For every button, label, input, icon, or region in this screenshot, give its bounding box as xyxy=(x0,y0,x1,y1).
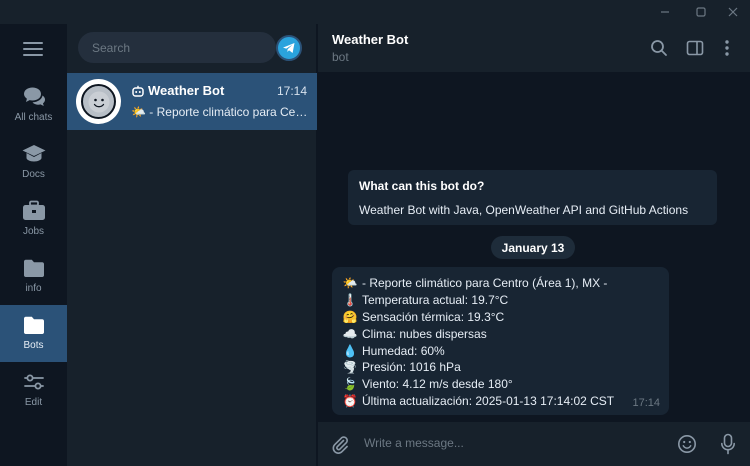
microphone-icon xyxy=(721,433,735,455)
chat-item-time: 17:14 xyxy=(276,84,307,98)
chat-item-weather-bot[interactable]: Weather Bot 17:14 🌤️ - Reporte climático… xyxy=(67,73,317,130)
folder-label: Bots xyxy=(23,340,44,351)
message-text: Sensación térmica: 19.3°C xyxy=(362,309,505,324)
folder-label: Edit xyxy=(24,397,43,408)
folder-icon xyxy=(21,256,47,280)
chat-item-title: Weather Bot xyxy=(148,83,225,98)
message-line: 🌪️ Presión: 1016 hPa xyxy=(342,359,659,376)
folder-icon xyxy=(21,313,47,337)
emoji: 🌤️ xyxy=(342,276,358,291)
folder-info[interactable]: info xyxy=(0,248,67,305)
graduation-cap-icon xyxy=(21,142,47,166)
paper-plane-icon xyxy=(283,43,295,53)
menu-icon[interactable] xyxy=(23,42,43,56)
minimize-button[interactable] xyxy=(648,0,682,24)
message-bubble[interactable]: 🌤️ - Reporte climático para Centro (Área… xyxy=(332,267,669,415)
smiley-icon xyxy=(678,435,696,453)
message-line: 🌡️ Temperatura actual: 19.7°C xyxy=(342,292,659,309)
message-line: ⏰ Última actualización: 2025-01-13 17:14… xyxy=(342,393,659,410)
emoji-button[interactable] xyxy=(676,433,698,455)
attach-button[interactable] xyxy=(329,433,351,455)
message-text: - Reporte climático para Centro (Área 1)… xyxy=(362,276,608,291)
side-panel-icon xyxy=(686,40,704,56)
title-bar xyxy=(0,0,750,24)
message-input[interactable]: Write a message... xyxy=(364,436,464,450)
message-line: 🍃 Viento: 4.12 m/s desde 180° xyxy=(342,376,659,393)
bot-intro-answer: Weather Bot with Java, OpenWeather API a… xyxy=(359,203,689,217)
paperclip-icon xyxy=(332,436,348,454)
voice-button[interactable] xyxy=(717,433,739,455)
folder-rail: All chats Docs Jobs info Bots Edit xyxy=(0,24,67,466)
bot-icon xyxy=(132,85,144,97)
folder-bots[interactable]: Bots xyxy=(0,305,67,362)
kebab-menu-icon xyxy=(725,40,729,56)
maximize-button[interactable] xyxy=(684,0,718,24)
face-icon xyxy=(88,91,109,112)
chat-title[interactable]: Weather Bot xyxy=(332,32,408,47)
emoji: 💧 xyxy=(342,343,358,358)
emoji: 🤗 xyxy=(342,309,358,324)
folder-edit[interactable]: Edit xyxy=(0,362,67,419)
chat-item-title-row: Weather Bot xyxy=(131,83,224,98)
chats-icon xyxy=(21,85,47,109)
minimize-icon xyxy=(661,11,669,13)
message-line: ☁️ Clima: nubes dispersas xyxy=(342,325,659,342)
emoji: 🌡️ xyxy=(342,293,358,308)
avatar xyxy=(76,79,121,124)
emoji: ⏰ xyxy=(342,393,358,408)
message-text: Viento: 4.12 m/s desde 180° xyxy=(362,377,513,392)
telegram-button[interactable] xyxy=(276,35,302,61)
search-input[interactable]: Search xyxy=(78,32,276,63)
message-line: 🌤️ - Reporte climático para Centro (Área… xyxy=(342,275,659,292)
folder-all-chats[interactable]: All chats xyxy=(0,77,67,134)
message-composer: Write a message... xyxy=(318,422,750,466)
message-text: Clima: nubes dispersas xyxy=(362,326,487,341)
folder-docs[interactable]: Docs xyxy=(0,134,67,191)
chat-area: Weather Bot bot What can this bot do? We… xyxy=(318,24,750,466)
bot-intro-card: What can this bot do? Weather Bot with J… xyxy=(348,170,717,225)
sidebar-toggle-button[interactable] xyxy=(685,38,705,58)
message-line: 💧 Humedad: 60% xyxy=(342,342,659,359)
folder-label: Jobs xyxy=(22,226,45,237)
sliders-icon xyxy=(21,370,47,394)
chat-list-panel: Search Weather Bot 17:14 🌤️ - Reporte cl… xyxy=(67,24,317,466)
search-placeholder: Search xyxy=(92,40,131,55)
emoji: 🍃 xyxy=(342,377,358,392)
emoji: ☁️ xyxy=(342,326,358,341)
date-separator: January 13 xyxy=(491,236,575,259)
chat-header: Weather Bot bot xyxy=(318,24,750,72)
close-icon xyxy=(728,7,738,17)
message-text: Presión: 1016 hPa xyxy=(362,360,461,375)
close-button[interactable] xyxy=(716,0,750,24)
folder-label: Docs xyxy=(22,169,45,180)
message-text: Última actualización: 2025-01-13 17:14:0… xyxy=(362,393,615,408)
chat-subtitle: bot xyxy=(332,50,349,64)
bot-intro-question: What can this bot do? xyxy=(359,179,485,193)
message-text: Temperatura actual: 19.7°C xyxy=(362,293,509,308)
folder-label: All chats xyxy=(14,112,53,123)
folder-label: info xyxy=(25,283,42,294)
more-button[interactable] xyxy=(717,38,737,58)
briefcase-icon xyxy=(21,199,47,223)
message-text: Humedad: 60% xyxy=(362,343,445,358)
search-icon xyxy=(651,40,667,56)
message-line: 🤗 Sensación térmica: 19.3°C xyxy=(342,309,659,326)
folder-jobs[interactable]: Jobs xyxy=(0,191,67,248)
search-button[interactable] xyxy=(649,38,669,58)
message-time: 17:14 xyxy=(632,397,660,409)
maximize-icon xyxy=(696,7,706,17)
chat-item-preview: 🌤️ - Reporte climático para Centro (Área… xyxy=(131,105,309,119)
emoji: 🌪️ xyxy=(342,360,358,375)
